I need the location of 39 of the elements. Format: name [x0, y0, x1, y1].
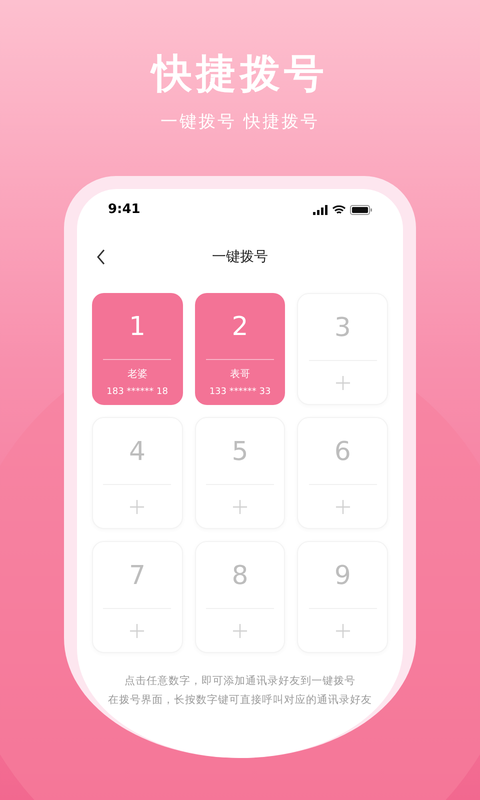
speed-dial-key[interactable]: 3	[297, 293, 388, 405]
speed-dial-key[interactable]: 4	[92, 417, 183, 529]
subheadline: 一键拨号 快捷拨号	[160, 111, 320, 134]
key-number: 9	[334, 560, 351, 593]
battery-icon	[350, 205, 372, 215]
speed-dial-key[interactable]: 7	[92, 541, 183, 653]
key-number: 2	[232, 311, 248, 344]
key-number: 7	[129, 560, 146, 593]
speed-dial-key[interactable]: 1 老婆 183 ****** 18	[92, 293, 183, 405]
plus-icon	[232, 624, 247, 638]
contact-phone: 183 ****** 18	[106, 386, 168, 398]
key-number: 5	[232, 436, 248, 469]
wifi-icon	[332, 205, 346, 215]
speed-dial-key[interactable]: 5	[194, 417, 286, 529]
key-number: 8	[232, 560, 248, 593]
signal-icon	[313, 205, 328, 215]
speed-dial-key[interactable]: 9	[297, 541, 388, 653]
headline: 快捷拨号	[152, 50, 328, 99]
plus-icon	[130, 624, 144, 638]
plus-icon	[130, 500, 144, 514]
key-number: 3	[334, 312, 351, 345]
contact-name: 老婆	[127, 368, 148, 382]
speed-dial-key[interactable]: 2 表哥 133 ****** 33	[194, 293, 286, 405]
key-number: 1	[129, 311, 146, 344]
status-time: 9:41	[108, 201, 140, 220]
key-number: 4	[129, 436, 146, 469]
plus-icon	[336, 624, 350, 638]
plus-icon	[336, 376, 350, 390]
back-icon[interactable]	[96, 249, 106, 265]
hint-text: 点击任意数字，即可添加通讯录好友到一键拨号	[124, 675, 356, 688]
plus-icon	[336, 500, 350, 514]
contact-phone: 133 ****** 33	[209, 386, 271, 398]
speed-dial-key[interactable]: 8	[194, 541, 286, 653]
key-number: 6	[334, 436, 351, 469]
plus-icon	[232, 500, 247, 514]
page-title: 一键拨号	[212, 248, 268, 266]
speed-dial-key[interactable]: 6	[297, 417, 388, 529]
contact-name: 表哥	[230, 368, 250, 382]
hint-text: 在拨号界面，长按数字键可直接呼叫对应的通讯录好友	[108, 694, 372, 707]
